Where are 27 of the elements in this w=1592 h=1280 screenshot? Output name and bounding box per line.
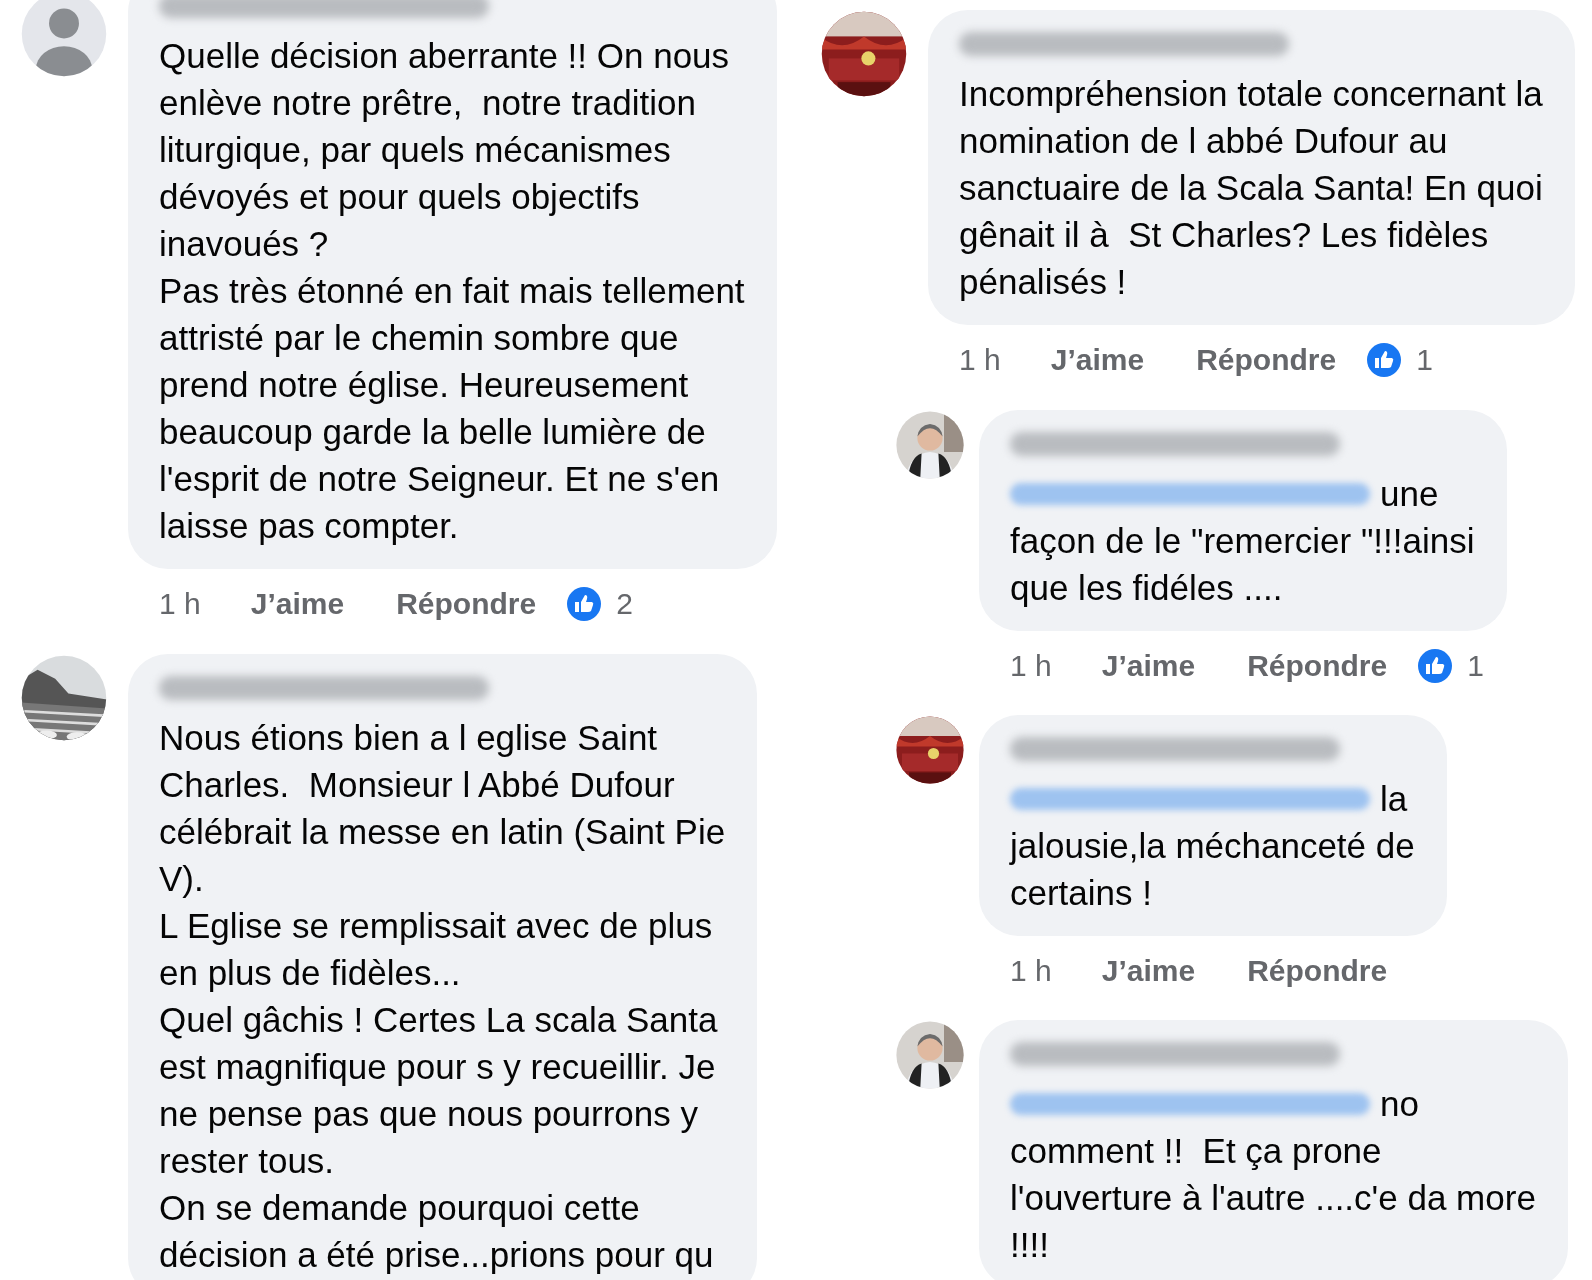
reply-link[interactable]: Répondre (1247, 649, 1388, 683)
reply-link[interactable]: Répondre (396, 587, 537, 621)
like-link[interactable]: J’aime (1050, 343, 1145, 377)
reply-link[interactable]: Répondre (1247, 954, 1388, 988)
like-reaction-icon (1366, 342, 1403, 378)
reaction-count: 2 (616, 587, 633, 621)
comment-text: Incompréhension totale concernant la nomination de l abbé Dufour au sanctuaire de la Scala Santa! En quoi gênait il à St Charles? Les fidèles pénalisés ! (959, 73, 1543, 303)
reaction-count: 1 (1416, 343, 1433, 377)
comment-time: 1 h (1010, 649, 1052, 683)
like-link[interactable]: J’aime (1101, 649, 1196, 683)
comment-time: 1 h (159, 587, 201, 621)
comment-text: jalousie,la méchanceté de certains ! (1010, 825, 1415, 914)
like-reaction-icon (1417, 648, 1454, 684)
like-link[interactable]: J’aime (250, 587, 345, 621)
comment-time: 1 h (1010, 954, 1052, 988)
like-link[interactable]: J’aime (1101, 954, 1196, 988)
reaction-count: 1 (1467, 649, 1484, 683)
like-reaction-icon (566, 586, 603, 622)
comment-text: Quelle décision aberrante !! On nous enlève notre prêtre, notre tradition liturgique, par quels mécanismes dévoyés et pour quels objectifs inavoués ? Pas très étonné en fait mais tellement attristé par le chemin sombre que prend notre église. Heureusement beaucoup garde la belle lumière de l'esprit de notre Seigneur. Et ne s'en laisse pas compter. (159, 35, 745, 547)
comment-text: la (1380, 778, 1408, 820)
comment-text: Nous étions bien a l eglise Saint Charles. Monsieur l Abbé Dufour célébrait la messe en latin (Saint Pie V). L Eglise se remplissait avec de plus en plus de fidèles... Quel gâchis ! Certes La scala Santa est magnifique pour s y recueillir. Je ne pense pas que nous pourrons y rester tous. On se demande pourquoi cette décision a été prise...prions pour qu (159, 717, 726, 1276)
reply-link[interactable]: Répondre (1196, 343, 1337, 377)
comment-text: façon de le "remercier "!!!ainsi que les fidéles .... (1010, 520, 1475, 609)
comment-time: 1 h (959, 343, 1001, 377)
comment-text: comment !! Et ça prone l'ouverture à l'autre ....c'e da more !!!! (1010, 1130, 1536, 1266)
comment-text: une (1380, 473, 1439, 515)
comment-text: no (1380, 1083, 1419, 1125)
